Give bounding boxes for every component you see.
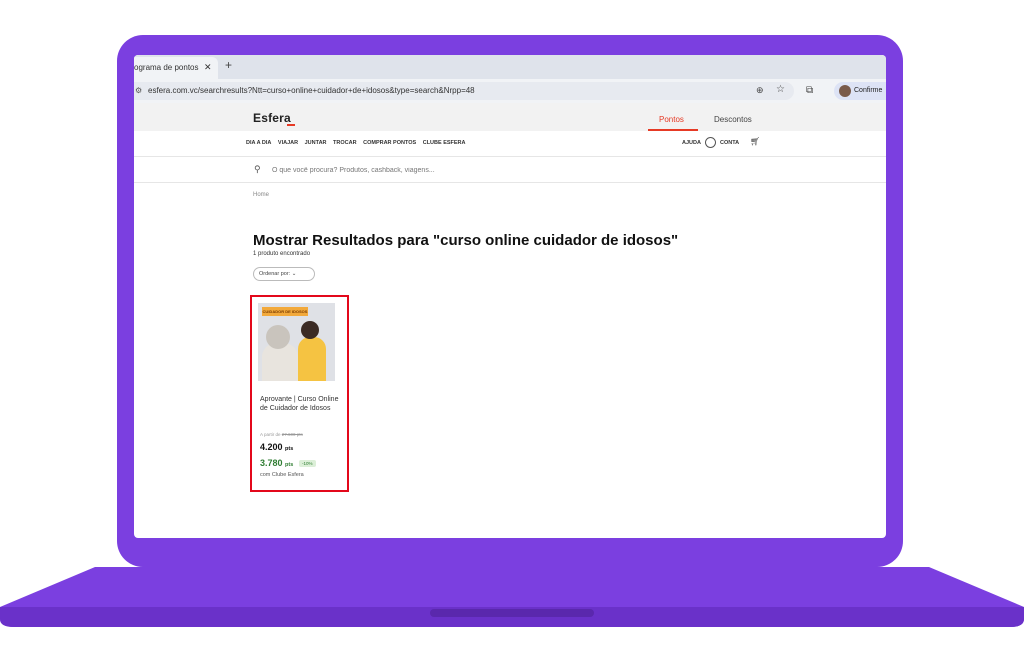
product-card[interactable]: CUIDADOR DE IDOSOS Aprovante | Curso Onl…	[250, 295, 349, 492]
image-banner: CUIDADOR DE IDOSOS	[262, 307, 308, 316]
caregiver-head	[301, 321, 319, 339]
tab-pontos[interactable]: Pontos	[659, 115, 684, 124]
search-icon: ⚲	[254, 164, 261, 174]
laptop-base	[0, 567, 1024, 627]
cart-icon[interactable]: 🛒︎	[750, 137, 760, 146]
sort-label: Ordenar por: ⌄	[259, 271, 297, 277]
result-count: 1 produto encontrado	[253, 251, 311, 257]
nav-item-comprar-pontos[interactable]: COMPRAR PONTOS	[363, 140, 416, 146]
nav-item-clube-esfera[interactable]: CLUBE ESFERA	[423, 140, 466, 146]
tab-title: ograma de pontos	[134, 63, 199, 72]
main-nav: DIA A DIA VIAJAR JUNTAR TROCAR COMPRAR P…	[246, 140, 471, 150]
screen: ograma de pontos ✕ + ⚙ esfera.com.vc/sea…	[134, 55, 886, 538]
url-text[interactable]: esfera.com.vc/searchresults?Ntt=curso+on…	[148, 86, 475, 95]
page-title: Mostrar Resultados para "curso online cu…	[253, 232, 679, 249]
product-title[interactable]: Aprovante | Curso Online de Cuidador de …	[260, 395, 342, 413]
esfera-logo[interactable]: Esfera	[253, 111, 291, 125]
browser-tabbar: ograma de pontos ✕ +	[134, 55, 886, 79]
omnibox[interactable]: ⚙ esfera.com.vc/searchresults?Ntt=curso+…	[134, 82, 794, 100]
divider	[134, 182, 886, 183]
nav-item-dia-a-dia[interactable]: DIA A DIA	[246, 140, 271, 146]
site-info-icon[interactable]: ⚙	[135, 86, 142, 95]
breadcrumb[interactable]: Home	[253, 192, 269, 198]
price-from: A partir de 27.600 pts	[260, 432, 303, 437]
account-link[interactable]: CONTA	[720, 140, 739, 146]
active-tab-indicator	[648, 129, 698, 131]
nav-item-viajar[interactable]: VIAJAR	[278, 140, 298, 146]
nav-item-trocar[interactable]: TROCAR	[333, 140, 357, 146]
zoom-icon[interactable]: ⊕	[756, 85, 764, 96]
new-tab-icon[interactable]: +	[225, 58, 232, 72]
sort-dropdown[interactable]: Ordenar por: ⌄	[253, 267, 315, 281]
nav-item-juntar[interactable]: JUNTAR	[305, 140, 327, 146]
address-bar: ⚙ esfera.com.vc/searchresults?Ntt=curso+…	[134, 79, 886, 103]
search-input[interactable]	[272, 164, 572, 176]
chevron-down-icon: ⌄	[291, 271, 297, 277]
help-link[interactable]: AJUDA	[682, 140, 701, 146]
club-price: 3.780 pts	[260, 458, 294, 468]
tab-descontos[interactable]: Descontos	[714, 115, 752, 124]
old-price: 27.600 pts	[281, 432, 303, 437]
product-image[interactable]: CUIDADOR DE IDOSOS	[258, 303, 335, 381]
profile-label: Confirme	[854, 87, 883, 94]
logo-accent	[287, 124, 295, 126]
divider	[134, 156, 886, 157]
product-price: 4.200 pts	[260, 442, 294, 452]
user-icon[interactable]	[705, 137, 716, 148]
close-icon[interactable]: ✕	[204, 62, 212, 73]
site-header	[134, 103, 886, 131]
caregiver-figure	[298, 337, 326, 381]
extensions-icon[interactable]: ⧉	[806, 85, 813, 96]
browser-tab[interactable]: ograma de pontos ✕	[134, 57, 218, 79]
profile-button[interactable]: Confirme	[834, 82, 886, 100]
bookmark-star-icon[interactable]: ☆	[776, 84, 785, 95]
avatar	[839, 85, 851, 97]
elder-head	[266, 325, 290, 349]
club-note: com Clube Esfera	[260, 472, 304, 478]
discount-badge: -10%	[299, 460, 316, 467]
